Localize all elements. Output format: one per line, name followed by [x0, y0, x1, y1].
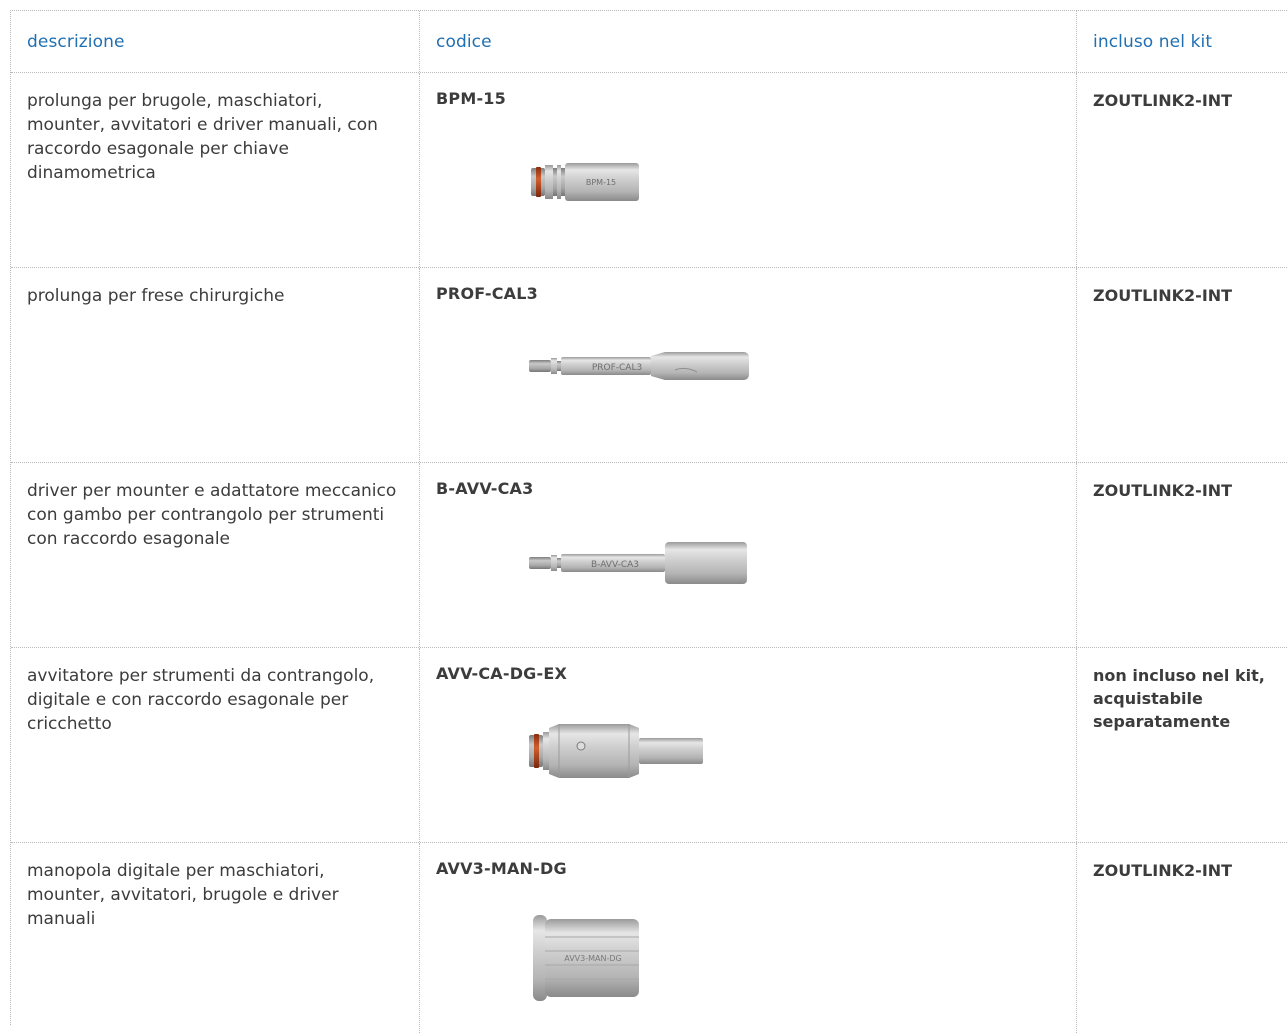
table-row: prolunga per brugole, maschiatori, mount… [11, 73, 1287, 268]
product-engraving: AVV3-MAN-DG [564, 954, 622, 963]
row-description: prolunga per brugole, maschiatori, mount… [11, 73, 420, 267]
table-row: manopola digitale per maschiatori, mount… [11, 843, 1287, 1033]
row-kit: ZOUTLINK2-INT [1093, 91, 1233, 110]
product-engraving: PROF-CAL3 [592, 363, 642, 373]
row-code: B-AVV-CA3 [436, 479, 534, 498]
row-kit: non incluso nel kit, acquistabile separa… [1093, 666, 1265, 731]
row-code: AVV3-MAN-DG [436, 859, 567, 878]
row-code-cell: AVV3-MAN-DG AVV3-MAN-DG [420, 843, 1077, 1033]
row-description: prolunga per frese chirurgiche [11, 268, 420, 462]
table-row: driver per mounter e adattatore meccanic… [11, 463, 1287, 648]
header-code: codice [420, 11, 1077, 72]
table-row: avvitatore per strumenti da contrangolo,… [11, 648, 1287, 843]
row-code: PROF-CAL3 [436, 284, 538, 303]
row-code: AVV-CA-DG-EX [436, 664, 568, 683]
row-description: manopola digitale per maschiatori, mount… [11, 843, 420, 1033]
row-code-cell: B-AVV-CA3 B-AVV-CA3 [420, 463, 1077, 647]
table-row: prolunga per frese chirurgiche PROF-CAL3… [11, 268, 1287, 463]
product-engraving: B-AVV-CA3 [591, 560, 639, 570]
row-code-cell: AVV-CA-DG-EX [420, 648, 1077, 842]
row-kit: ZOUTLINK2-INT [1093, 481, 1233, 500]
row-code-cell: BPM-15 BPM-15 [420, 73, 1077, 267]
instrument-table: descrizione codice incluso nel kit prolu… [10, 10, 1287, 1033]
table-header-row: descrizione codice incluso nel kit [11, 11, 1287, 73]
row-kit: ZOUTLINK2-INT [1093, 286, 1233, 305]
row-description: driver per mounter e adattatore meccanic… [11, 463, 420, 647]
b-avv-ca3-driver-image: B-AVV-CA3 [529, 542, 747, 584]
header-kit: incluso nel kit [1093, 32, 1213, 52]
prof-cal3-extension-image: PROF-CAL3 [529, 352, 749, 380]
avv-ca-dg-ex-screwdriver-image [529, 724, 703, 778]
bpm-15-extension-image: BPM-15 [531, 163, 639, 201]
avv3-man-dg-knob-image: AVV3-MAN-DG [533, 915, 639, 1001]
row-code: BPM-15 [436, 89, 506, 108]
row-code-cell: PROF-CAL3 PROF-CAL3 [420, 268, 1077, 462]
row-description: avvitatore per strumenti da contrangolo,… [11, 648, 420, 842]
header-description: descrizione [11, 11, 420, 72]
product-engraving: BPM-15 [586, 178, 616, 187]
row-kit: ZOUTLINK2-INT [1093, 861, 1233, 880]
